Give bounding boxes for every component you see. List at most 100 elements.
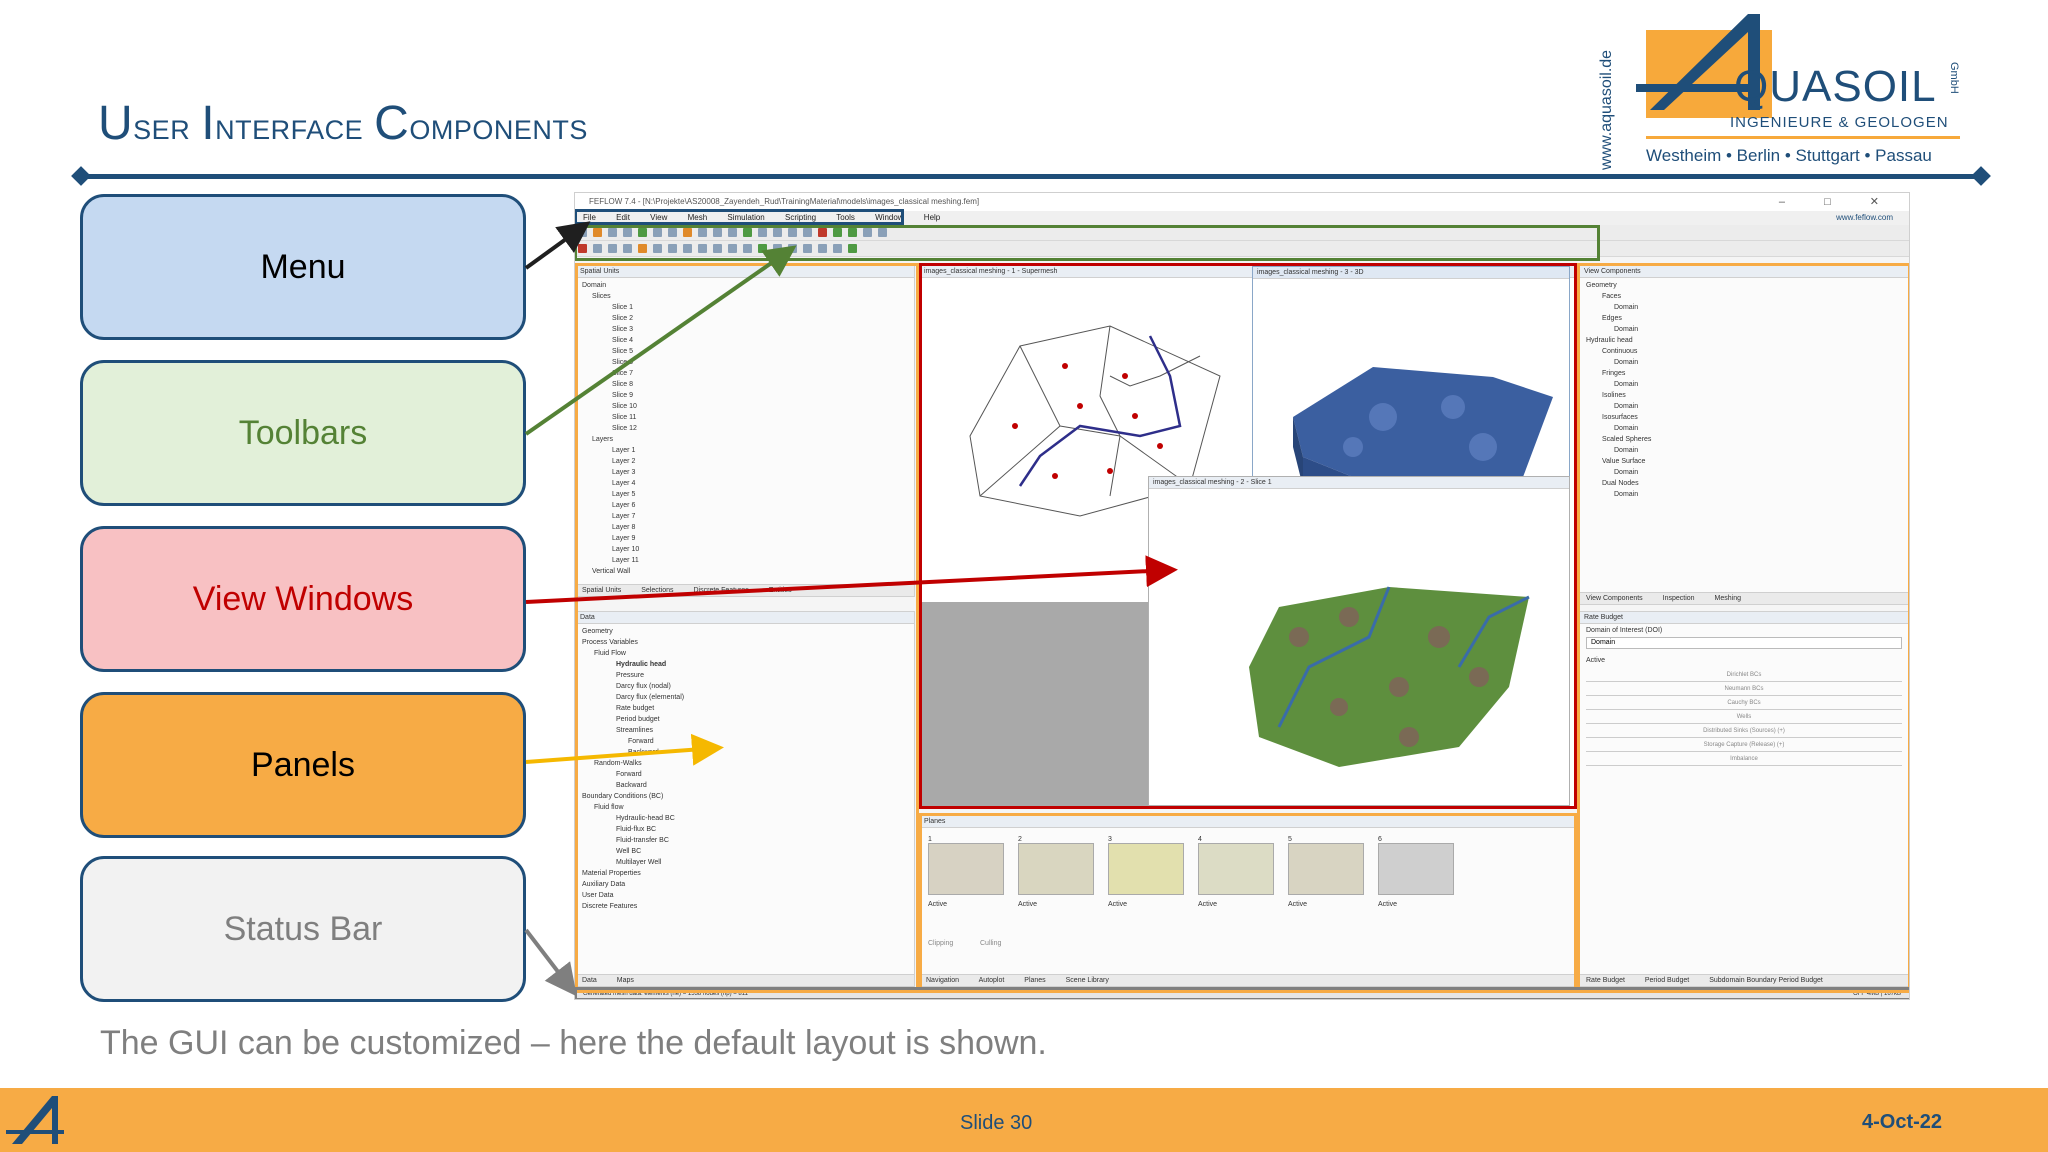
- tree-item[interactable]: Layer 11: [582, 555, 908, 566]
- toolbar-icon[interactable]: [758, 228, 767, 237]
- tree-item[interactable]: Domain: [1586, 401, 1902, 412]
- tree-item[interactable]: Geometry: [582, 626, 908, 637]
- toolbar-icon[interactable]: [683, 228, 692, 237]
- tab-maps[interactable]: Maps: [617, 977, 634, 984]
- tree-item[interactable]: Domain: [1586, 324, 1902, 335]
- tree-item[interactable]: Backward: [582, 780, 908, 791]
- domain-select[interactable]: Domain: [1586, 637, 1902, 649]
- rate-active-checkbox[interactable]: Active: [1580, 649, 1908, 668]
- tree-item[interactable]: Domain: [1586, 357, 1902, 368]
- tree-item[interactable]: Domain: [1586, 423, 1902, 434]
- plane-thumbnail[interactable]: [1108, 843, 1184, 895]
- record-icon[interactable]: [818, 228, 827, 237]
- tree-item[interactable]: Slice 10: [582, 401, 908, 412]
- toolbar-icon[interactable]: [833, 244, 842, 253]
- tree-item[interactable]: Faces: [1586, 291, 1902, 302]
- tree-item[interactable]: Material Properties: [582, 868, 908, 879]
- toolbar-icon[interactable]: [698, 244, 707, 253]
- tab-planes[interactable]: Planes: [1024, 977, 1045, 984]
- plane-active-checkbox[interactable]: Active: [1198, 901, 1276, 908]
- plane-item[interactable]: 4 Active: [1198, 836, 1276, 936]
- tree-item[interactable]: Slice 5: [582, 346, 908, 357]
- tree-item[interactable]: Random-Walks: [582, 758, 908, 769]
- tree-item[interactable]: Darcy flux (nodal): [582, 681, 908, 692]
- tree-item[interactable]: Forward: [582, 769, 908, 780]
- tree-item[interactable]: Pressure: [582, 670, 908, 681]
- toolbar-icon[interactable]: [788, 228, 797, 237]
- tree-item[interactable]: Layer 9: [582, 533, 908, 544]
- tree-item[interactable]: Fluid flow: [582, 802, 908, 813]
- pause-icon[interactable]: [848, 228, 857, 237]
- plane-active-checkbox[interactable]: Active: [1288, 901, 1366, 908]
- tree-item[interactable]: Layer 8: [582, 522, 908, 533]
- toolbar-icon[interactable]: [788, 244, 797, 253]
- tree-item[interactable]: Edges: [1586, 313, 1902, 324]
- tree-item[interactable]: Layer 10: [582, 544, 908, 555]
- tab-period-budget[interactable]: Period Budget: [1645, 977, 1689, 984]
- tree-item[interactable]: Domain: [1586, 489, 1902, 500]
- toolbar-icon[interactable]: [683, 244, 692, 253]
- plane-active-checkbox[interactable]: Active: [928, 901, 1006, 908]
- plane-thumbnail[interactable]: [1198, 843, 1274, 895]
- menu-view[interactable]: View: [650, 213, 667, 222]
- tree-item[interactable]: Dual Nodes: [1586, 478, 1902, 489]
- tree-item[interactable]: Discrete Features: [582, 901, 908, 912]
- toolbar-icon[interactable]: [878, 228, 887, 237]
- plane-thumbnail[interactable]: [1018, 843, 1094, 895]
- tree-item[interactable]: Darcy flux (elemental): [582, 692, 908, 703]
- tree-item[interactable]: Geometry: [1586, 280, 1902, 291]
- plane-item[interactable]: 3 Active: [1108, 836, 1186, 936]
- tree-item[interactable]: Domain: [582, 280, 908, 291]
- plane-active-checkbox[interactable]: Active: [1378, 901, 1456, 908]
- toolbar-icon[interactable]: [698, 228, 707, 237]
- plane-item[interactable]: 1 Active: [928, 836, 1006, 936]
- plane-thumbnail[interactable]: [1378, 843, 1454, 895]
- plane-item[interactable]: 6 Active: [1378, 836, 1456, 936]
- tree-item[interactable]: Layer 3: [582, 467, 908, 478]
- toolbar-icon[interactable]: [623, 228, 632, 237]
- tree-item[interactable]: Hydraulic head: [1586, 335, 1902, 346]
- tree-item[interactable]: Value Surface: [1586, 456, 1902, 467]
- tree-item[interactable]: Layer 6: [582, 500, 908, 511]
- tab-entities[interactable]: Entities: [769, 587, 792, 594]
- toolbar-icon[interactable]: [713, 244, 722, 253]
- plane-item[interactable]: 5 Active: [1288, 836, 1366, 936]
- tree-item[interactable]: Multilayer Well: [582, 857, 908, 868]
- tree-item[interactable]: Fluid-flux BC: [582, 824, 908, 835]
- tree-item[interactable]: Hydraulic head: [582, 659, 908, 670]
- plane-thumbnail[interactable]: [928, 843, 1004, 895]
- menu-window[interactable]: Window: [875, 213, 903, 222]
- tree-item[interactable]: Slice 9: [582, 390, 908, 401]
- tree-item[interactable]: Isosurfaces: [1586, 412, 1902, 423]
- tree-item[interactable]: Domain: [1586, 379, 1902, 390]
- tree-item[interactable]: Layer 7: [582, 511, 908, 522]
- tree-item[interactable]: Slice 12: [582, 423, 908, 434]
- tab-spatial-units[interactable]: Spatial Units: [582, 587, 621, 594]
- toolbar-icon[interactable]: [713, 228, 722, 237]
- tab-data[interactable]: Data: [582, 977, 597, 984]
- plane-active-checkbox[interactable]: Active: [1108, 901, 1186, 908]
- tree-item[interactable]: Slices: [582, 291, 908, 302]
- tree-item[interactable]: Isolines: [1586, 390, 1902, 401]
- tree-item[interactable]: Continuous: [1586, 346, 1902, 357]
- toolbar-icon[interactable]: [608, 228, 617, 237]
- tree-item[interactable]: Layer 4: [582, 478, 908, 489]
- toolbar-icon[interactable]: [743, 244, 752, 253]
- plane-active-checkbox[interactable]: Active: [1018, 901, 1096, 908]
- tree-item[interactable]: Backward: [582, 747, 908, 758]
- play-icon[interactable]: [833, 228, 842, 237]
- toolbar-icon[interactable]: [608, 244, 617, 253]
- toolbar-icon[interactable]: [803, 244, 812, 253]
- tree-item[interactable]: Process Variables: [582, 637, 908, 648]
- toolbar-icon[interactable]: [653, 244, 662, 253]
- tree-item[interactable]: Slice 4: [582, 335, 908, 346]
- tree-item[interactable]: Layer 5: [582, 489, 908, 500]
- menu-edit[interactable]: Edit: [616, 213, 630, 222]
- tree-item[interactable]: Auxiliary Data: [582, 879, 908, 890]
- toolbar-icon[interactable]: [668, 228, 677, 237]
- tree-item[interactable]: Fluid Flow: [582, 648, 908, 659]
- toolbar-icon[interactable]: [728, 244, 737, 253]
- toolbar-icon[interactable]: [578, 228, 587, 237]
- tree-item[interactable]: Scaled Spheres: [1586, 434, 1902, 445]
- toolbar-icon[interactable]: [638, 244, 647, 253]
